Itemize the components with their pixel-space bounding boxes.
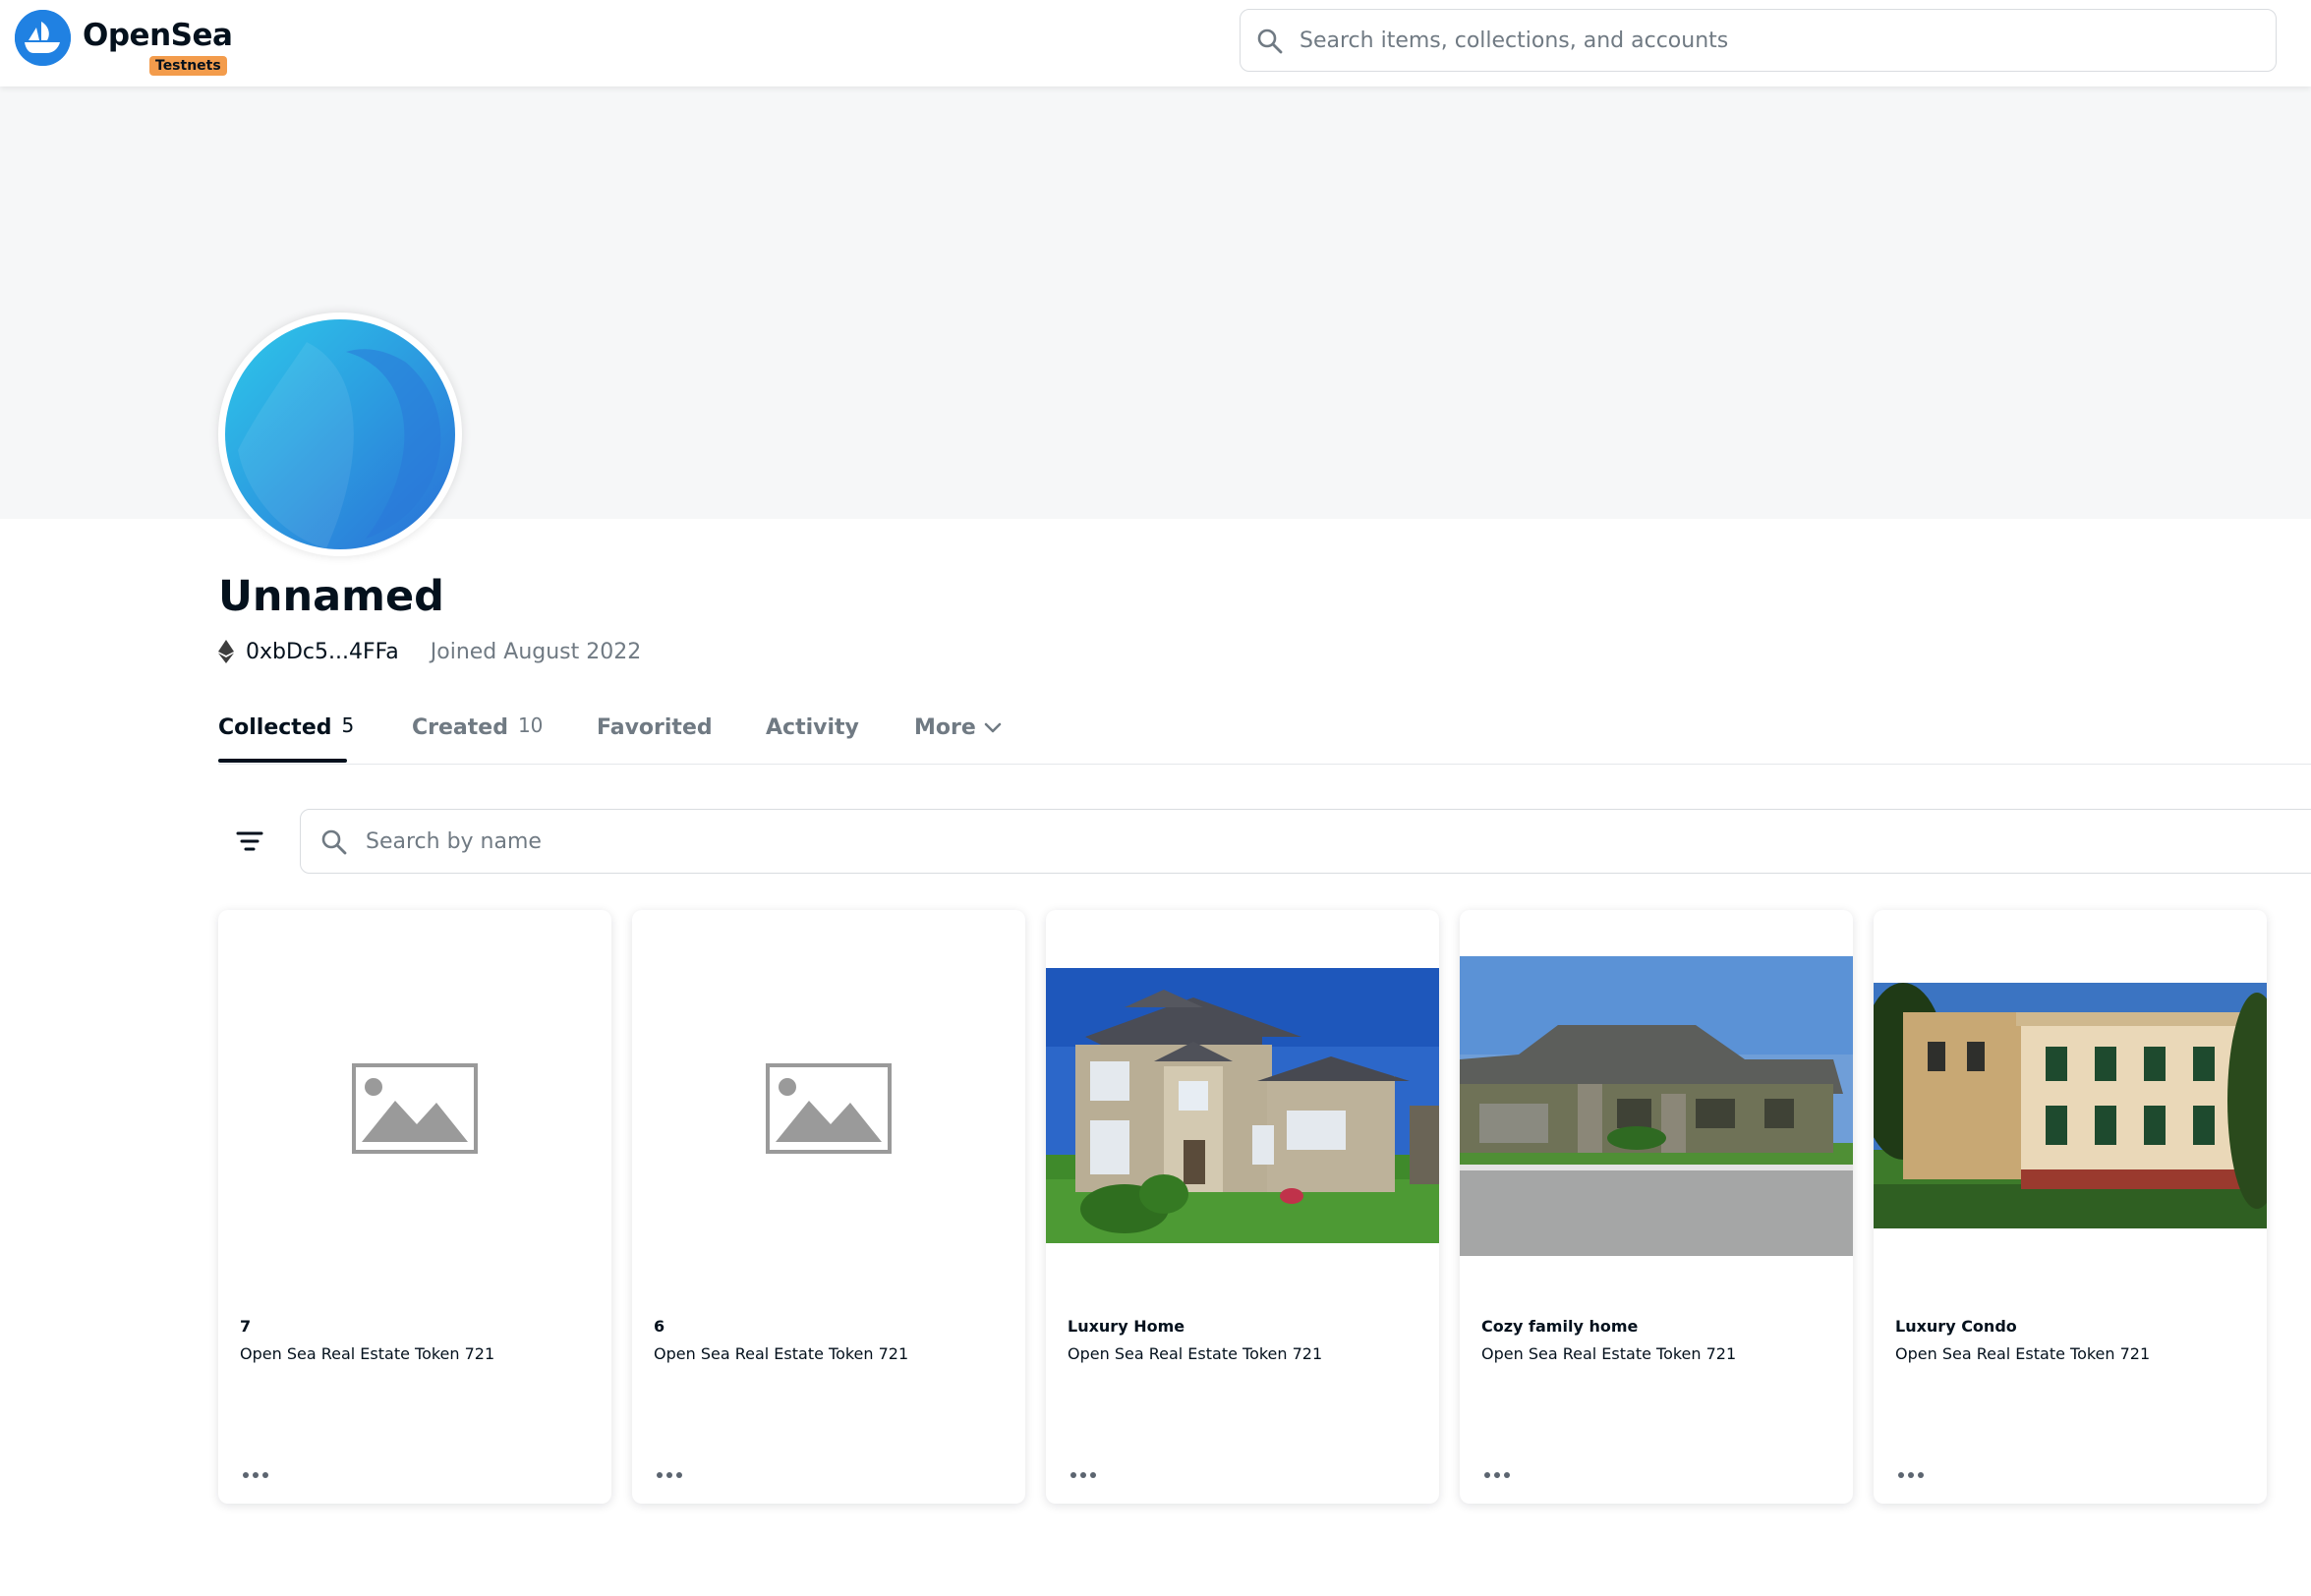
chevron-down-icon [984, 722, 1002, 733]
nft-title: Luxury Condo [1895, 1317, 2017, 1336]
testnets-badge: Testnets [149, 56, 227, 76]
profile-name: Unnamed [218, 572, 444, 621]
tab-collected[interactable]: Collected 5 [218, 713, 355, 740]
search-icon [321, 829, 347, 855]
nft-card[interactable]: Luxury Home Open Sea Real Estate Token 7… [1046, 910, 1439, 1504]
wallet-address[interactable]: 0xbDc5...4FFa [246, 640, 399, 664]
profile-tabs: Collected 5 Created 10 Favorited Activity … [218, 712, 2311, 765]
opensea-logo-icon[interactable] [15, 10, 71, 66]
brand-name[interactable]: OpenSea [83, 18, 233, 53]
nft-card[interactable]: Cozy family home Open Sea Real Estate To… [1460, 910, 1853, 1504]
nft-title: Luxury Home [1068, 1317, 1185, 1336]
more-options-icon[interactable] [656, 1470, 683, 1480]
nft-collection-name: Open Sea Real Estate Token 721 [1068, 1344, 1323, 1363]
tab-label: More [914, 715, 976, 740]
image-placeholder-icon [352, 1063, 478, 1154]
nft-collection-name: Open Sea Real Estate Token 721 [1895, 1344, 2151, 1363]
global-search-bar[interactable] [1240, 9, 2277, 72]
nft-title: 6 [654, 1317, 665, 1336]
more-options-icon[interactable] [1069, 1470, 1097, 1480]
ethereum-icon [218, 640, 234, 663]
ranch-house-photo [1460, 956, 1853, 1256]
tab-label: Favorited [597, 715, 713, 740]
tab-count: 5 [341, 713, 355, 737]
filter-icon[interactable] [232, 824, 267, 859]
items-search-input[interactable] [364, 810, 2231, 873]
tab-label: Created [412, 715, 508, 740]
joined-date: Joined August 2022 [430, 639, 642, 664]
global-search-input[interactable] [1298, 10, 2261, 71]
house-photo [1046, 968, 1439, 1243]
profile-meta-row: 0xbDc5...4FFa Joined August 2022 [218, 637, 641, 666]
items-search-bar[interactable] [300, 809, 2311, 874]
more-options-icon[interactable] [1483, 1470, 1511, 1480]
top-navigation-bar: OpenSea Testnets [0, 0, 2311, 86]
tab-label: Collected [218, 715, 332, 740]
tab-count: 10 [517, 713, 544, 737]
nft-collection-name: Open Sea Real Estate Token 721 [1481, 1344, 1737, 1363]
image-placeholder-icon [766, 1063, 892, 1154]
tab-label: Activity [766, 715, 859, 740]
search-icon [1257, 28, 1283, 54]
nft-card[interactable]: Luxury Condo Open Sea Real Estate Token … [1874, 910, 2267, 1504]
nft-title: Cozy family home [1481, 1317, 1639, 1336]
nft-collection-name: Open Sea Real Estate Token 721 [654, 1344, 909, 1363]
more-options-icon[interactable] [242, 1470, 269, 1480]
nft-card[interactable]: 7 Open Sea Real Estate Token 721 [218, 910, 611, 1504]
tab-more[interactable]: More [914, 715, 1002, 740]
nft-collection-name: Open Sea Real Estate Token 721 [240, 1344, 495, 1363]
tab-created[interactable]: Created 10 [412, 713, 544, 740]
nft-title: 7 [240, 1317, 252, 1336]
historic-building-photo [1874, 983, 2267, 1228]
tab-activity[interactable]: Activity [766, 715, 859, 740]
profile-avatar[interactable] [218, 313, 462, 556]
more-options-icon[interactable] [1897, 1470, 1925, 1480]
active-tab-indicator [218, 759, 347, 763]
tab-favorited[interactable]: Favorited [597, 715, 713, 740]
nft-card[interactable]: 6 Open Sea Real Estate Token 721 [632, 910, 1025, 1504]
